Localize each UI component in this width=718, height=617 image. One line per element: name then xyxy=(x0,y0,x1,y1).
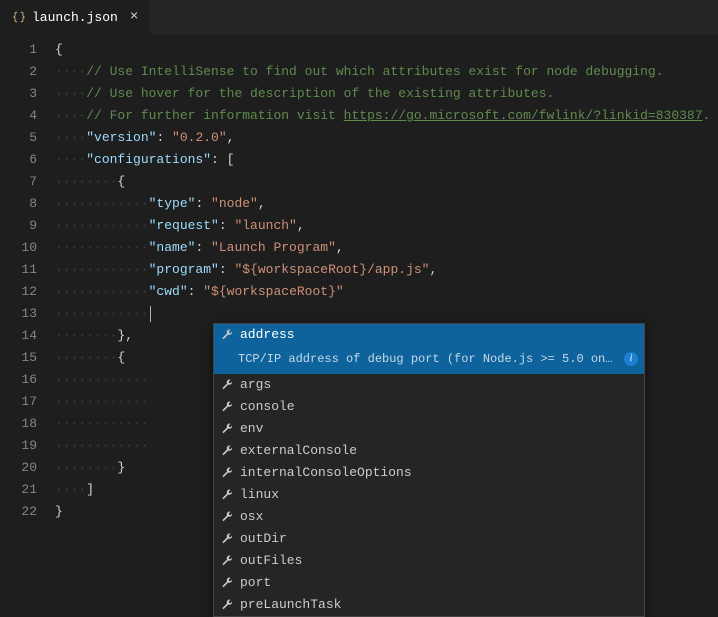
suggest-label: console xyxy=(240,396,295,418)
line-number: 17 xyxy=(0,391,37,413)
suggest-label: preLaunchTask xyxy=(240,594,341,616)
suggest-label: args xyxy=(240,374,271,396)
suggest-label: outDir xyxy=(240,528,287,550)
line-number: 10 xyxy=(0,237,37,259)
line-number: 11 xyxy=(0,259,37,281)
code-area[interactable]: { ····// Use IntelliSense to find out wh… xyxy=(55,35,718,542)
braces-icon xyxy=(12,10,26,24)
suggest-item[interactable]: externalConsole xyxy=(214,440,644,462)
suggest-label: env xyxy=(240,418,263,440)
line-number: 4 xyxy=(0,105,37,127)
line-number: 1 xyxy=(0,39,37,61)
wrench-icon xyxy=(220,422,234,436)
line-number: 5 xyxy=(0,127,37,149)
comment: // Use hover for the description of the … xyxy=(86,86,554,101)
wrench-icon xyxy=(220,328,234,342)
line-number: 9 xyxy=(0,215,37,237)
wrench-icon xyxy=(220,554,234,568)
suggest-item[interactable]: args xyxy=(214,374,644,396)
comment-link[interactable]: https://go.microsoft.com/fwlink/?linkid=… xyxy=(344,108,703,123)
suggest-label: linux xyxy=(240,484,279,506)
suggest-label: outFiles xyxy=(240,550,302,572)
intellisense-suggest[interactable]: address TCP/IP address of debug port (fo… xyxy=(213,323,645,617)
wrench-icon xyxy=(220,576,234,590)
suggest-item[interactable]: outDir xyxy=(214,528,644,550)
suggest-item[interactable]: outFiles xyxy=(214,550,644,572)
wrench-icon xyxy=(220,532,234,546)
line-number: 2 xyxy=(0,61,37,83)
info-icon[interactable]: i xyxy=(624,352,638,366)
wrench-icon xyxy=(220,466,234,480)
tab-label: launch.json xyxy=(32,10,118,25)
line-number: 7 xyxy=(0,171,37,193)
line-number: 8 xyxy=(0,193,37,215)
suggest-item[interactable]: osx xyxy=(214,506,644,528)
wrench-icon xyxy=(220,598,234,612)
gutter: 1 2 3 4 5 6 7 8 9 10 11 12 13 14 15 16 1… xyxy=(0,35,55,542)
line-number: 16 xyxy=(0,369,37,391)
wrench-icon xyxy=(220,488,234,502)
suggest-label: internalConsoleOptions xyxy=(240,462,412,484)
suggest-label: externalConsole xyxy=(240,440,357,462)
wrench-icon xyxy=(220,444,234,458)
suggest-item[interactable]: env xyxy=(214,418,644,440)
wrench-icon xyxy=(220,510,234,524)
wrench-icon xyxy=(220,400,234,414)
cursor xyxy=(150,306,151,322)
suggest-item[interactable]: linux xyxy=(214,484,644,506)
suggest-item[interactable]: port xyxy=(214,572,644,594)
tab-launch-json[interactable]: launch.json × xyxy=(0,0,151,34)
line-number: 19 xyxy=(0,435,37,457)
line-number: 15 xyxy=(0,347,37,369)
line-number: 21 xyxy=(0,479,37,501)
suggest-item[interactable]: preLaunchTask xyxy=(214,594,644,616)
line-number: 13 xyxy=(0,303,37,325)
comment: // Use IntelliSense to find out which at… xyxy=(86,64,663,79)
comment: // For further information visit xyxy=(86,108,343,123)
suggest-item-selected[interactable]: address xyxy=(214,324,644,346)
line-number: 14 xyxy=(0,325,37,347)
editor[interactable]: 1 2 3 4 5 6 7 8 9 10 11 12 13 14 15 16 1… xyxy=(0,35,718,542)
line-number: 3 xyxy=(0,83,37,105)
line-number: 6 xyxy=(0,149,37,171)
suggest-label: osx xyxy=(240,506,263,528)
line-number: 18 xyxy=(0,413,37,435)
suggest-item[interactable]: internalConsoleOptions xyxy=(214,462,644,484)
suggest-item[interactable]: console xyxy=(214,396,644,418)
wrench-icon xyxy=(220,378,234,392)
suggest-detail: TCP/IP address of debug port (for Node.j… xyxy=(214,346,644,374)
close-icon[interactable]: × xyxy=(130,10,138,24)
suggest-label: port xyxy=(240,572,271,594)
suggest-label: address xyxy=(240,324,295,346)
line-number: 20 xyxy=(0,457,37,479)
line-number: 12 xyxy=(0,281,37,303)
line-number: 22 xyxy=(0,501,37,523)
tab-bar: launch.json × xyxy=(0,0,718,35)
